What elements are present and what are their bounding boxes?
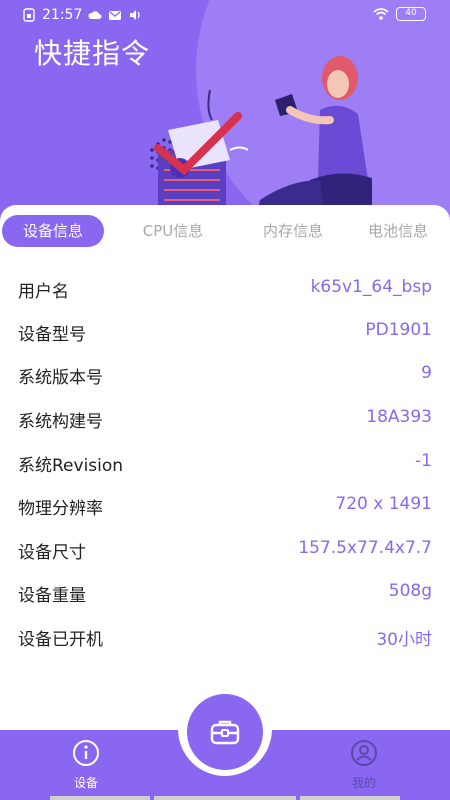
list-item: 设备型号 PD1901	[0, 310, 450, 352]
sim-icon	[23, 8, 35, 22]
info-label: 系统Revision	[18, 456, 124, 476]
header: 21:57 40 快捷指令	[0, 0, 450, 240]
info-label: 物理分辨率	[18, 499, 103, 519]
toolbox-fab-button[interactable]	[187, 694, 263, 770]
tab-battery-info[interactable]: 电池信息	[348, 215, 448, 247]
info-icon	[73, 740, 99, 766]
nav-device-label: 设备	[73, 776, 98, 790]
user-icon	[351, 740, 377, 766]
info-label: 设备已开机	[18, 630, 103, 650]
volume-icon	[130, 10, 140, 20]
info-value: 720 x 1491	[335, 494, 432, 514]
status-time: 21:57	[42, 7, 83, 23]
info-label: 设备尺寸	[18, 543, 86, 563]
info-value: 9	[421, 363, 432, 383]
info-label: 设备重量	[18, 586, 86, 606]
list-item: 系统版本号 9	[0, 353, 450, 395]
info-value: 18A393	[366, 407, 432, 427]
info-label: 系统版本号	[18, 368, 103, 388]
info-card: 设备信息 CPU信息 内存信息 电池信息 用户名 k65v1_64_bsp 设备…	[0, 205, 450, 735]
page-title: 快捷指令	[34, 37, 151, 70]
status-bar: 21:57 40	[0, 0, 450, 30]
info-value: k65v1_64_bsp	[310, 277, 432, 297]
gesture-bar-segment	[154, 796, 296, 800]
battery-icon: 40	[396, 7, 426, 21]
battery-level: 40	[405, 8, 417, 18]
nav-device[interactable]: 设备	[46, 738, 126, 790]
mail-icon	[109, 11, 122, 20]
info-label: 设备型号	[18, 325, 86, 345]
info-value: 157.5x77.4x7.7	[298, 538, 432, 558]
list-item: 物理分辨率 720 x 1491	[0, 484, 450, 526]
nav-mine[interactable]: 我的	[324, 738, 404, 790]
wifi-icon	[373, 8, 389, 20]
info-value: 508g	[388, 581, 432, 601]
list-item: 系统构建号 18A393	[0, 397, 450, 439]
tab-memory-info[interactable]: 内存信息	[242, 215, 344, 247]
briefcase-icon	[210, 720, 240, 745]
cloud-icon	[88, 11, 102, 19]
tab-bar: 设备信息 CPU信息 内存信息 电池信息	[0, 215, 450, 247]
tab-cpu-info[interactable]: CPU信息	[122, 215, 224, 247]
info-value: 30小时	[376, 630, 432, 650]
info-label: 用户名	[18, 282, 69, 302]
list-item: 用户名 k65v1_64_bsp	[0, 267, 450, 309]
list-item: 系统Revision -1	[0, 441, 450, 483]
list-item: 设备重量 508g	[0, 571, 450, 613]
info-label: 系统构建号	[18, 412, 103, 432]
tab-device-info[interactable]: 设备信息	[2, 215, 104, 247]
info-value: PD1901	[365, 320, 432, 340]
gesture-bar-segment	[300, 796, 400, 800]
gesture-bar-segment	[50, 796, 150, 800]
list-item: 设备已开机 30小时	[0, 615, 450, 657]
info-value: -1	[415, 451, 432, 471]
list-item: 设备尺寸 157.5x77.4x7.7	[0, 528, 450, 570]
nav-mine-label: 我的	[351, 776, 376, 790]
